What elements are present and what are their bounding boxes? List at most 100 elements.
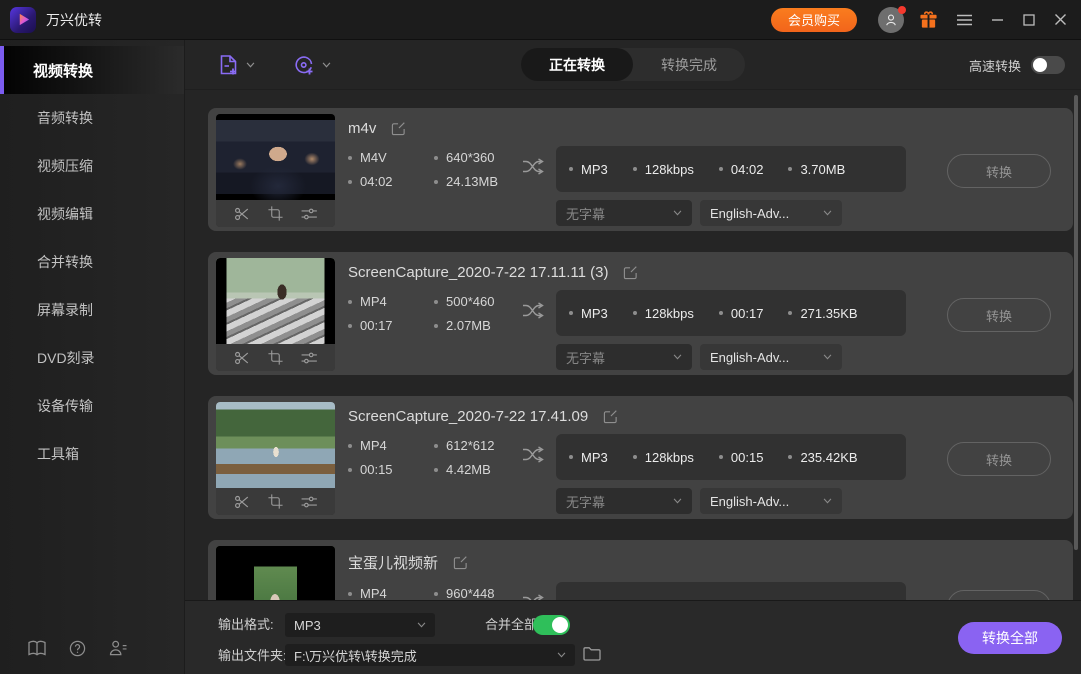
media-info: ScreenCapture_2020-7-22 17.11.11 (3) MP4… [348, 256, 1063, 371]
audio-track-select[interactable]: English-Adv... [700, 344, 842, 370]
account-avatar[interactable] [878, 7, 904, 33]
target-size: 3.70MB [800, 162, 845, 177]
sidebar-item-label: 工具箱 [37, 444, 79, 464]
bottom-bar: 输出格式: MP3 合并全部文件 输出文件夹: F:\万兴优转\转换完成 [185, 600, 1081, 674]
tab-finished[interactable]: 转换完成 [633, 48, 745, 81]
target-size: 235.42KB [800, 450, 857, 465]
trim-icon[interactable] [234, 206, 250, 222]
convert-arrow-icon [522, 158, 544, 175]
output-folder-select[interactable]: F:\万兴优转\转换完成 [285, 644, 575, 666]
chevron-down-icon [823, 210, 832, 216]
target-duration: 00:17 [731, 306, 764, 321]
convert-button[interactable] [947, 590, 1051, 600]
crop-icon[interactable] [268, 494, 283, 509]
gift-icon[interactable] [919, 10, 938, 29]
output-folder-label: 输出文件夹: [218, 644, 287, 668]
target-format: MP3 [581, 450, 608, 465]
sidebar-item-设备传输[interactable]: 设备传输 [0, 382, 184, 430]
help-icon[interactable] [69, 640, 86, 657]
maximize-icon[interactable] [1023, 14, 1035, 26]
convert-button[interactable]: 转换 [947, 442, 1051, 476]
subtitle-select[interactable]: 无字幕 [556, 344, 692, 370]
rename-icon[interactable] [603, 409, 618, 424]
subtitle-select[interactable]: 无字幕 [556, 488, 692, 514]
trim-icon[interactable] [234, 494, 250, 510]
chevron-down-icon [673, 354, 682, 360]
add-file-button[interactable] [218, 54, 255, 76]
sidebar-bottom-icons [0, 640, 184, 674]
minimize-icon[interactable] [991, 13, 1004, 26]
sidebar-nav: 视频转换 音频转换 视频压缩 视频编辑 合并转换 屏幕录制 DVD刻录 设备传输… [0, 46, 184, 478]
effects-icon[interactable] [301, 207, 317, 221]
open-folder-icon[interactable] [583, 646, 601, 661]
convert-all-button[interactable]: 转换全部 [958, 622, 1062, 654]
target-bitrate: 128kbps [645, 162, 694, 177]
rename-icon[interactable] [391, 121, 406, 136]
menu-icon[interactable] [957, 14, 972, 26]
titlebar: 万兴优转 会员购买 [0, 0, 1081, 40]
merge-toggle[interactable] [533, 615, 570, 635]
crop-icon[interactable] [268, 350, 283, 365]
trim-icon[interactable] [234, 350, 250, 366]
effects-icon[interactable] [301, 495, 317, 509]
membership-buy-button[interactable]: 会员购买 [771, 8, 857, 32]
output-format-select[interactable]: MP3 [285, 613, 435, 637]
sidebar-item-工具箱[interactable]: 工具箱 [0, 430, 184, 478]
thumbnail-toolbar [216, 200, 335, 227]
convert-arrow-icon [522, 302, 544, 319]
rename-icon[interactable] [453, 555, 468, 570]
app-logo-icon [10, 7, 36, 33]
effects-icon[interactable] [301, 351, 317, 365]
tab-converting[interactable]: 正在转换 [521, 48, 633, 81]
source-size: 4.42MB [446, 462, 491, 477]
audio-track-select[interactable]: English-Adv... [700, 200, 842, 226]
subtitle-select[interactable]: 无字幕 [556, 200, 692, 226]
chevron-down-icon [246, 62, 255, 68]
sidebar-item-视频转换[interactable]: 视频转换 [0, 46, 184, 94]
chevron-down-icon [673, 210, 682, 216]
chevron-down-icon [673, 498, 682, 504]
subtitle-value: 无字幕 [566, 492, 605, 511]
close-icon[interactable] [1054, 13, 1067, 26]
convert-arrow-icon [522, 446, 544, 463]
sidebar-item-视频压缩[interactable]: 视频压缩 [0, 142, 184, 190]
audio-track-value: English-Adv... [710, 206, 789, 221]
target-format: MP3 [581, 162, 608, 177]
manual-book-icon[interactable] [28, 640, 46, 657]
source-duration: 00:15 [360, 462, 393, 477]
sidebar-item-DVD刻录[interactable]: DVD刻录 [0, 334, 184, 382]
rename-icon[interactable] [623, 265, 638, 280]
source-format: M4V [360, 150, 387, 165]
source-info: MP4 612*612 00:15 4.42MB [348, 438, 520, 477]
sidebar-item-音频转换[interactable]: 音频转换 [0, 94, 184, 142]
scrollbar-thumb[interactable] [1074, 95, 1078, 550]
thumbnail-image [216, 546, 335, 600]
sidebar: 视频转换 音频转换 视频压缩 视频编辑 合并转换 屏幕录制 DVD刻录 设备传输… [0, 40, 185, 674]
chevron-down-icon [557, 652, 566, 658]
app-title: 万兴优转 [46, 10, 102, 30]
sidebar-item-屏幕录制[interactable]: 屏幕录制 [0, 286, 184, 334]
audio-track-select[interactable]: English-Adv... [700, 488, 842, 514]
load-dvd-button[interactable] [293, 54, 331, 76]
source-info: MP4 500*460 00:17 2.07MB [348, 294, 520, 333]
status-tabs: 正在转换 转换完成 [521, 48, 745, 81]
convert-button[interactable]: 转换 [947, 154, 1051, 188]
sidebar-item-合并转换[interactable]: 合并转换 [0, 238, 184, 286]
high-speed-label: 高速转换 [969, 56, 1021, 75]
chevron-down-icon [417, 622, 426, 628]
video-thumbnail [216, 114, 335, 227]
source-format: MP4 [360, 586, 387, 600]
audio-track-value: English-Adv... [710, 494, 789, 509]
output-format-value: MP3 [294, 618, 321, 633]
source-info: MP4 960*448 [348, 586, 520, 600]
video-thumbnail [216, 546, 335, 600]
convert-button[interactable]: 转换 [947, 298, 1051, 332]
source-resolution: 960*448 [446, 586, 494, 600]
audio-track-value: English-Adv... [710, 350, 789, 365]
target-bitrate: 128kbps [645, 450, 694, 465]
contact-support-icon[interactable] [109, 640, 128, 657]
high-speed-toggle[interactable] [1031, 56, 1065, 74]
sidebar-item-视频编辑[interactable]: 视频编辑 [0, 190, 184, 238]
crop-icon[interactable] [268, 206, 283, 221]
sidebar-item-label: 视频压缩 [37, 156, 93, 176]
